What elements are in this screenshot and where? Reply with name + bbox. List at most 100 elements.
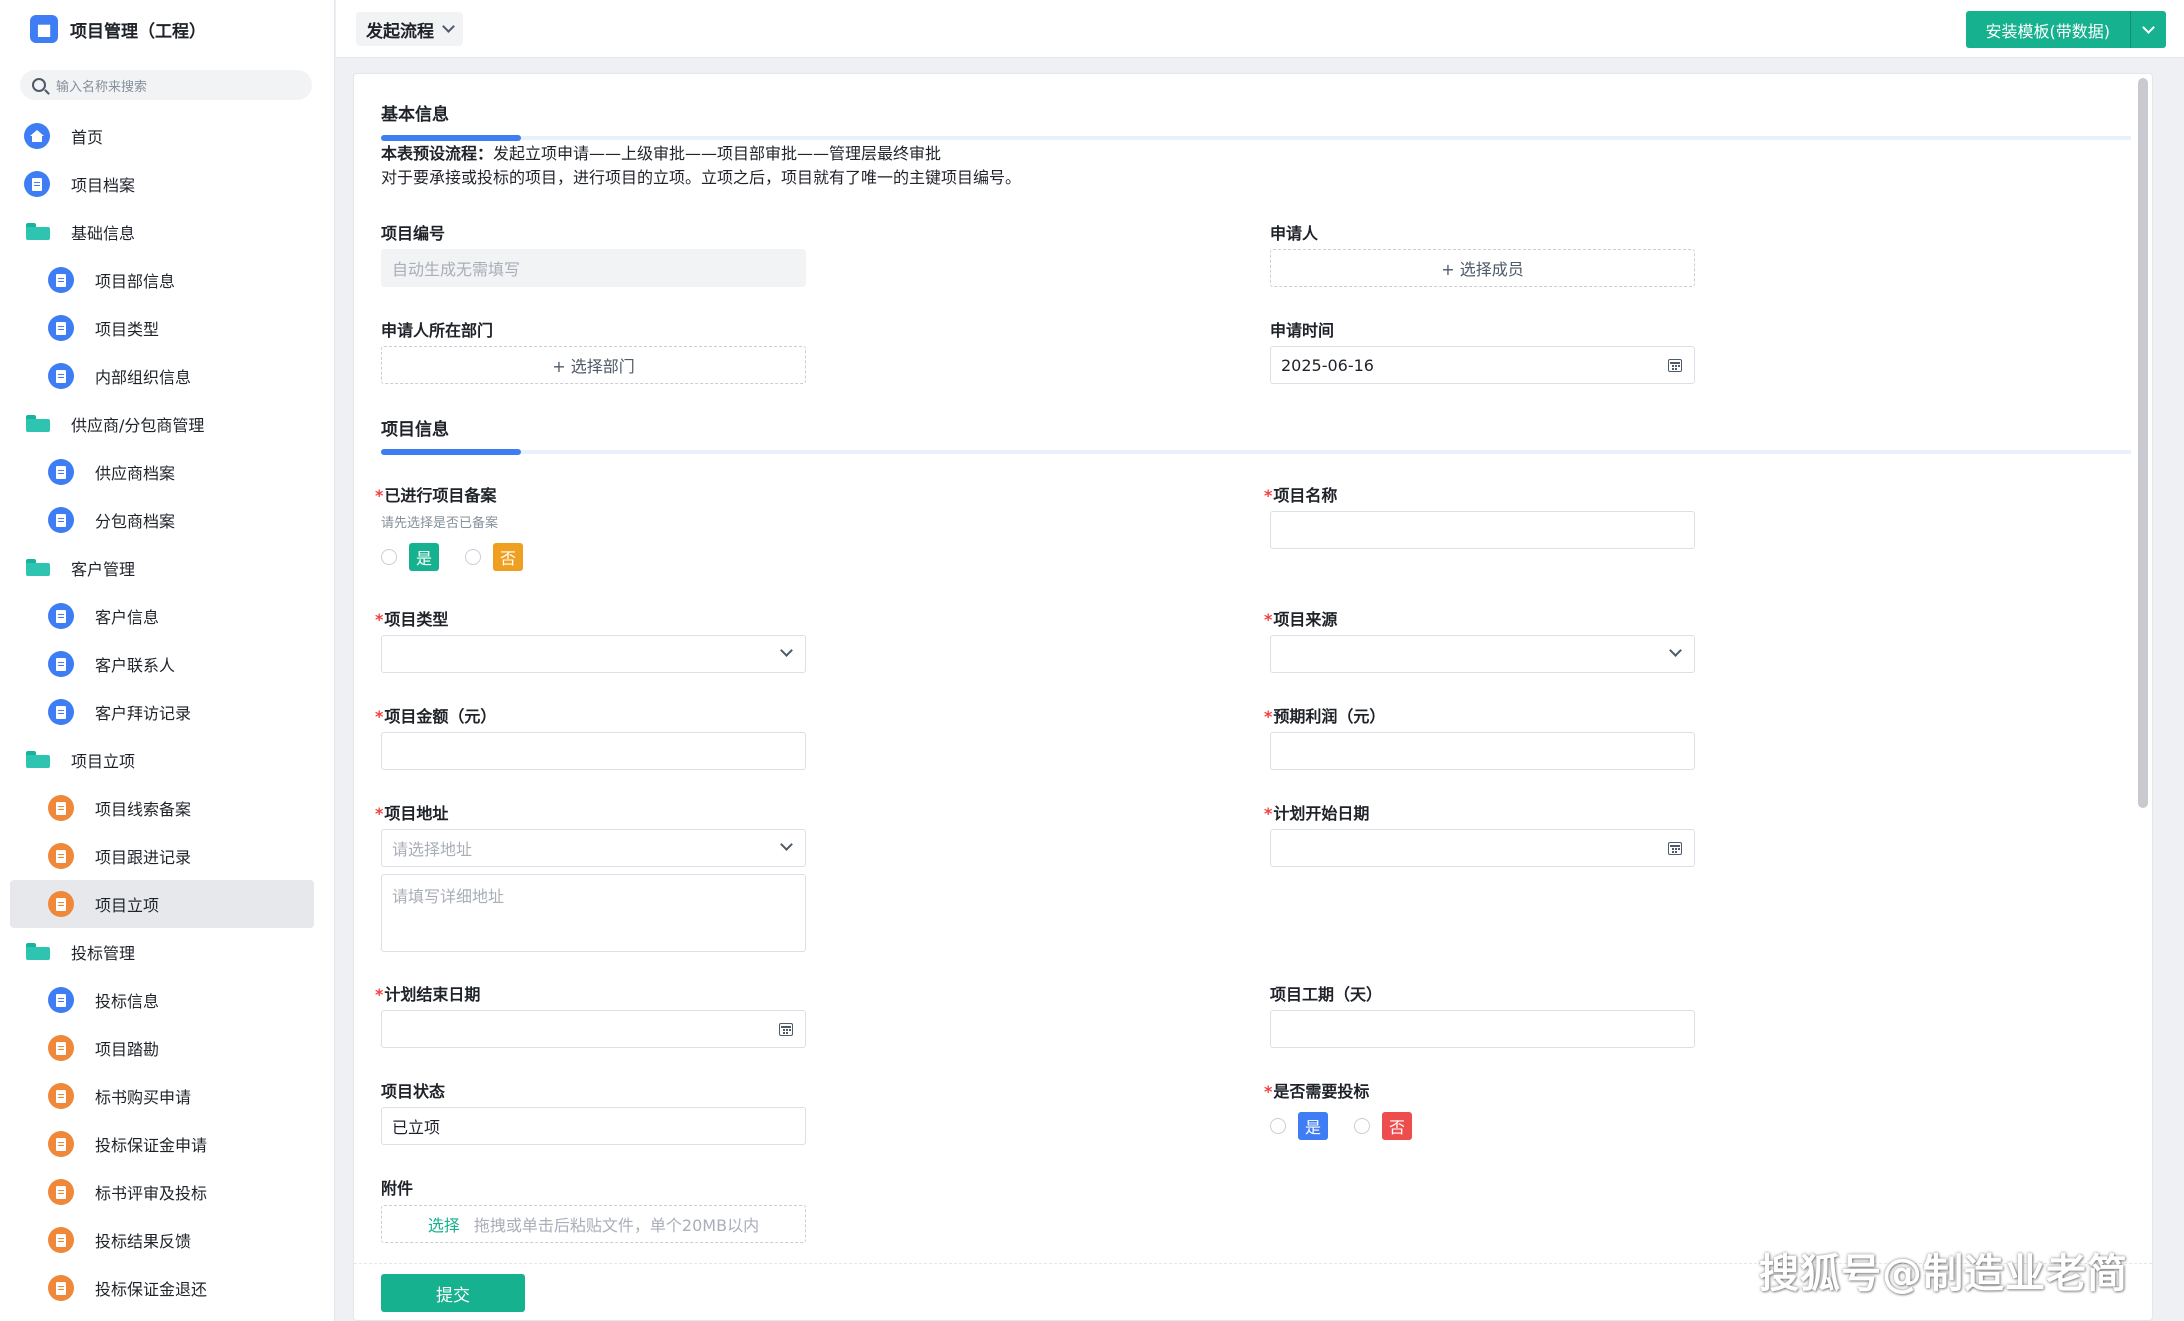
profit-input[interactable]	[1270, 732, 1695, 770]
radio-button[interactable]	[381, 549, 397, 565]
apply-time-value: 2025-06-16	[1281, 355, 1374, 375]
sidebar-item[interactable]: 投标信息	[0, 976, 334, 1024]
duration-input[interactable]	[1270, 1010, 1695, 1048]
sidebar-item-label: 首页	[71, 128, 104, 147]
sidebar-item[interactable]: 项目档案	[0, 160, 334, 208]
install-template-button[interactable]: 安装模板(带数据)	[1965, 11, 2130, 48]
sidebar-item[interactable]: 基础信息	[0, 208, 334, 256]
sidebar-item[interactable]: 供应商档案	[0, 448, 334, 496]
need-bid-label: *是否需要投标	[1264, 1082, 1370, 1101]
sidebar-item[interactable]: 项目立项	[0, 736, 334, 784]
apply-time-input[interactable]: 2025-06-16	[1270, 346, 1695, 384]
sidebar-item-label: 项目立项	[71, 752, 136, 771]
document-icon	[24, 171, 50, 197]
document-icon	[48, 1275, 74, 1301]
sidebar-item[interactable]: 项目立项	[10, 880, 314, 928]
status-input[interactable]: 已立项	[381, 1107, 806, 1145]
select-member-button[interactable]: + 选择成员	[1270, 249, 1695, 287]
no-tag: 否	[493, 543, 524, 571]
sidebar-item-label: 项目类型	[95, 320, 160, 339]
address-label-text: 项目地址	[384, 804, 449, 823]
sidebar-item[interactable]: 标书购买申请	[0, 1072, 334, 1120]
sidebar-item[interactable]: 项目部信息	[0, 256, 334, 304]
sidebar-item-label: 项目线索备案	[95, 800, 192, 819]
upload-pick-link[interactable]: 选择	[428, 1212, 460, 1236]
document-icon	[48, 315, 74, 341]
document-icon	[48, 363, 74, 389]
sidebar-item[interactable]: 客户信息	[0, 592, 334, 640]
sidebar-item-label: 客户联系人	[95, 656, 176, 675]
start-date-label: *计划开始日期	[1264, 804, 1370, 823]
sidebar-item-label: 客户拜访记录	[95, 704, 192, 723]
sidebar-item[interactable]: 项目类型	[0, 304, 334, 352]
start-flow-label: 发起流程	[366, 21, 434, 42]
sidebar-item[interactable]: 项目线索备案	[0, 784, 334, 832]
sidebar-item[interactable]: 分包商档案	[0, 496, 334, 544]
filed-yes-option[interactable]: 是	[381, 543, 440, 571]
amount-input[interactable]	[381, 732, 806, 770]
sidebar-item-label: 投标管理	[71, 944, 136, 963]
project-name-label-text: 项目名称	[1273, 486, 1338, 505]
filed-label-text: 已进行项目备案	[384, 486, 497, 505]
need-bid-yes-option[interactable]: 是	[1270, 1112, 1329, 1140]
apply-time-label: 申请时间	[1270, 321, 1335, 340]
scrollbar[interactable]	[2138, 78, 2148, 808]
address-select[interactable]: 请选择地址	[381, 829, 806, 867]
select-dept-button[interactable]: + 选择部门	[381, 346, 806, 384]
document-icon	[48, 1035, 74, 1061]
project-type-select[interactable]	[381, 635, 806, 673]
radio-button[interactable]	[465, 549, 482, 565]
document-icon	[48, 1179, 74, 1205]
project-no-label: 项目编号	[381, 224, 446, 243]
sidebar-item[interactable]: 客户管理	[0, 544, 334, 592]
section-title-basic: 基本信息	[381, 105, 449, 125]
sidebar-item[interactable]: 首页	[0, 112, 334, 160]
search-icon	[32, 78, 46, 92]
sidebar-item[interactable]: 项目踏勘	[0, 1024, 334, 1072]
desc-flow: 发起立项申请——上级审批——项目部审批——管理层最终审批	[493, 144, 942, 163]
radio-button[interactable]	[1270, 1118, 1286, 1134]
filed-hint: 请先选择是否已备案	[381, 516, 499, 531]
document-icon	[48, 651, 74, 677]
document-icon	[48, 843, 74, 869]
topbar: 发起流程 安装模板(带数据)	[336, 0, 2184, 58]
sidebar-item[interactable]: 客户联系人	[0, 640, 334, 688]
project-no-input: 自动生成无需填写	[381, 249, 806, 287]
sidebar-nav: 首页项目档案 基础信息 项目部信息项目类型内部组织信息供应商/分包商管理 供应商档案分…	[0, 112, 334, 1312]
chevron-down-icon	[442, 20, 455, 33]
radio-button[interactable]	[1354, 1118, 1371, 1134]
folder-icon	[26, 223, 50, 241]
form-panel: 基本信息 本表预设流程：发起立项申请——上级审批——项目部审批——管理层最终审批…	[353, 73, 2153, 1321]
sidebar-item[interactable]: 标书评审及投标	[0, 1168, 334, 1216]
search-input[interactable]: 输入名称来搜索	[20, 70, 312, 100]
start-flow-button[interactable]: 发起流程	[356, 12, 463, 46]
sidebar-item[interactable]: 投标保证金退还	[0, 1264, 334, 1312]
sidebar-item[interactable]: 投标结果反馈	[0, 1216, 334, 1264]
sidebar-item[interactable]: 供应商/分包商管理	[0, 400, 334, 448]
sidebar-item-label: 标书购买申请	[95, 1088, 192, 1107]
filed-no-option[interactable]: 否	[465, 543, 524, 571]
sidebar-item[interactable]: 投标保证金申请	[0, 1120, 334, 1168]
project-source-select[interactable]	[1270, 635, 1695, 673]
chevron-down-icon	[780, 644, 793, 657]
sidebar-item-label: 内部组织信息	[95, 368, 192, 387]
sidebar-item[interactable]: 客户拜访记录	[0, 688, 334, 736]
sidebar-item[interactable]: 内部组织信息	[0, 352, 334, 400]
start-date-input[interactable]	[1270, 829, 1695, 867]
sidebar-item[interactable]: 项目跟进记录	[0, 832, 334, 880]
search-placeholder: 输入名称来搜索	[56, 79, 148, 95]
sidebar-item-label: 项目跟进记录	[95, 848, 192, 867]
submit-button[interactable]: 提交	[381, 1274, 525, 1312]
document-icon	[48, 1131, 74, 1157]
project-source-label-text: 项目来源	[1273, 610, 1338, 629]
install-template-dropdown[interactable]	[2130, 11, 2166, 48]
sidebar: ■ 项目管理（工程） 输入名称来搜索 首页 项目档案 基础信息 项目部信息 项目类型 内部…	[0, 0, 335, 1321]
end-date-input[interactable]	[381, 1010, 806, 1048]
address-detail-textarea[interactable]: 请填写详细地址	[381, 874, 806, 952]
sidebar-item[interactable]: 投标管理	[0, 928, 334, 976]
project-name-input[interactable]	[1270, 511, 1695, 549]
need-bid-no-option[interactable]: 否	[1354, 1112, 1413, 1140]
document-icon	[48, 891, 74, 917]
attachment-upload[interactable]: 选择 拖拽或单击后粘贴文件，单个20MB以内	[381, 1205, 806, 1243]
sidebar-item-label: 投标保证金申请	[95, 1136, 208, 1155]
